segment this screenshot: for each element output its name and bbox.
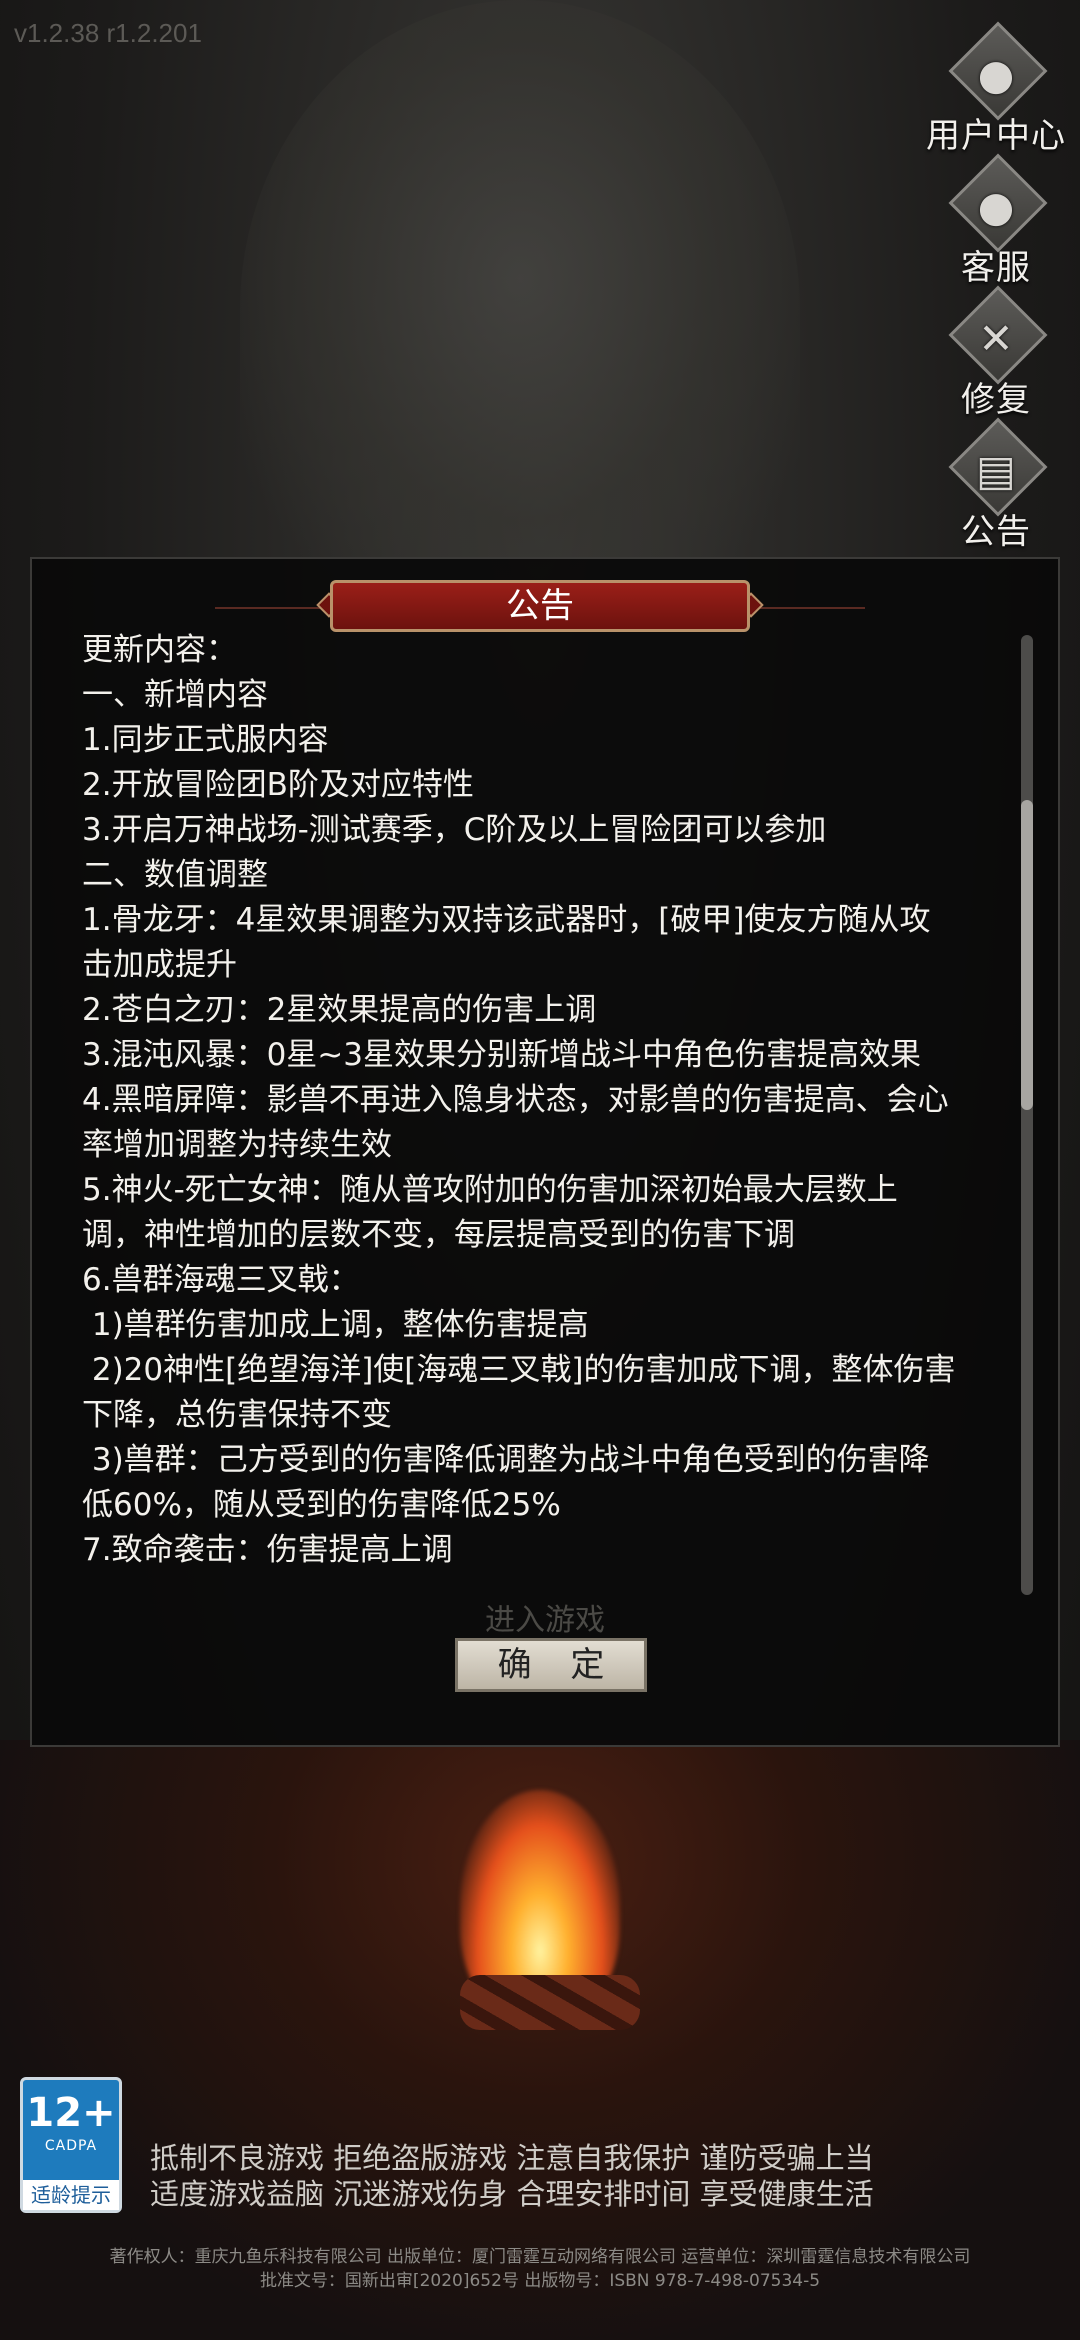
content-scrollbar[interactable] xyxy=(1021,635,1033,1595)
user-icon: ● xyxy=(977,50,1015,99)
side-item-label: 客服 xyxy=(961,248,1031,288)
content-line: 二、数值调整 xyxy=(82,857,268,893)
wrench-icon: ✕ xyxy=(978,314,1014,363)
side-item-label: 修复 xyxy=(961,380,1031,420)
content-line: 1.同步正式服内容 xyxy=(82,722,329,758)
version-label: v1.2.38 r1.2.201 xyxy=(14,18,202,48)
content-line: 7.致命袭击：伤害提高上调 xyxy=(82,1532,453,1568)
content-line: 3.混沌风暴：0星~3星效果分别新增战斗中角色伤害提高效果 xyxy=(82,1037,921,1073)
content-line: 3.开启万神战场-测试赛季，C阶及以上冒险团可以参加 xyxy=(82,812,827,848)
side-item-label: 用户中心 xyxy=(926,116,1066,156)
content-line: 4.黑暗屏障：影兽不再进入隐身状态，对影兽的伤害提高、会心率增加调整为持续生效 xyxy=(82,1082,949,1163)
content-line: 1.骨龙牙：4星效果调整为双持该武器时，[破甲]使友方随从攻击加成提升 xyxy=(82,902,931,983)
campfire-logs xyxy=(460,1975,640,2030)
copyright-line: 著作权人：重庆九鱼乐科技有限公司 出版单位：厦门雷霆互动网络有限公司 运营单位：… xyxy=(109,2247,971,2267)
content-line: 更新内容： xyxy=(82,632,237,668)
content-line: 3)兽群：己方受到的伤害降低调整为战斗中角色受到的伤害降低60%，随从受到的伤害… xyxy=(82,1442,930,1523)
announcement-content[interactable]: 更新内容： 一、新增内容 1.同步正式服内容 2.开放冒险团B阶及对应特性 3.… xyxy=(82,628,957,1598)
age-rating-org: CADPA xyxy=(44,2138,98,2154)
side-item-label: 公告 xyxy=(961,512,1031,552)
dialog-title: 公告 xyxy=(330,580,750,632)
age-rating-badge[interactable]: 12+ CADPA 适龄提示 xyxy=(20,2077,122,2213)
content-scroll-thumb[interactable] xyxy=(1021,800,1033,1110)
side-menu: ● 用户中心 ● 客服 ✕ 修复 ▤ 公告 xyxy=(926,21,1066,556)
copyright-info: 著作权人：重庆九鱼乐科技有限公司 出版单位：厦门雷霆互动网络有限公司 运营单位：… xyxy=(0,2245,1080,2293)
content-line: 1)兽群伤害加成上调，整体伤害提高 xyxy=(82,1307,589,1343)
content-line: 2.苍白之刃：2星效果提高的伤害上调 xyxy=(82,992,597,1028)
support-icon: ● xyxy=(977,182,1015,231)
copyright-line: 批准文号：国新出审[2020]652号 出版物号：ISBN 978-7-498-… xyxy=(259,2271,821,2291)
health-notice: 抵制不良游戏 拒绝盗版游戏 注意自我保护 谨防受骗上当 适度游戏益脑 沉迷游戏伤… xyxy=(150,2140,1050,2212)
content-line: 5.神火-死亡女神：随从普攻附加的伤害加深初始最大层数上调，神性增加的层数不变，… xyxy=(82,1172,898,1253)
notice-icon: ▤ xyxy=(976,446,1016,495)
health-notice-line: 抵制不良游戏 拒绝盗版游戏 注意自我保护 谨防受骗上当 xyxy=(150,2141,874,2175)
content-line: 2.开放冒险团B阶及对应特性 xyxy=(82,767,474,803)
age-rating-number: 12+ xyxy=(26,2090,116,2136)
age-rating-tip: 适龄提示 xyxy=(23,2180,119,2210)
side-item-repair[interactable]: ✕ 修复 xyxy=(926,285,1066,424)
side-item-notice[interactable]: ▤ 公告 xyxy=(926,417,1066,556)
content-line: 一、新增内容 xyxy=(82,677,268,713)
side-item-support[interactable]: ● 客服 xyxy=(926,153,1066,292)
side-item-user-center[interactable]: ● 用户中心 xyxy=(926,21,1066,160)
content-line: 2)20神性[绝望海洋]使[海魂三叉戟]的伤害加成下调，整体伤害下降，总伤害保持… xyxy=(82,1352,956,1433)
background-statue xyxy=(240,0,800,620)
confirm-button[interactable]: 确 定 xyxy=(455,1638,647,1692)
health-notice-line: 适度游戏益脑 沉迷游戏伤身 合理安排时间 享受健康生活 xyxy=(150,2177,874,2211)
content-line: 6.兽群海魂三叉戟： xyxy=(82,1262,360,1298)
enter-game-button-behind: 进入游戏 xyxy=(485,1603,605,1638)
